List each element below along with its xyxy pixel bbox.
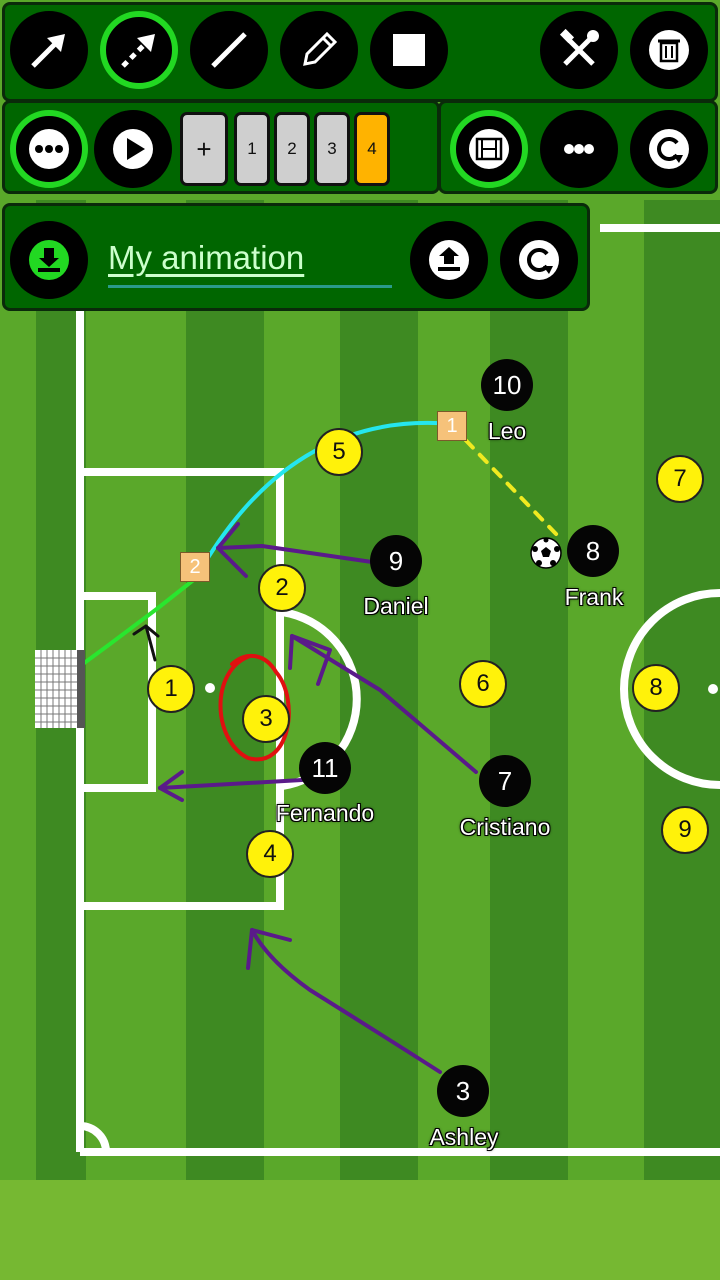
soccer-ball[interactable] [530, 537, 562, 569]
frame-button-3[interactable]: 3 [314, 112, 350, 186]
square-tool-button[interactable] [370, 11, 448, 89]
frame-button-1[interactable]: 1 [234, 112, 270, 186]
line-tool-button[interactable] [190, 11, 268, 89]
refresh-icon [519, 240, 559, 280]
yellow-player-8[interactable]: 8 [632, 664, 680, 712]
film-icon [469, 129, 509, 169]
yellow-player-5[interactable]: 5 [315, 428, 363, 476]
black-player-7[interactable]: 7 [479, 755, 531, 807]
dashed-arrow-tool-icon [121, 34, 155, 68]
yellow-player-4[interactable]: 4 [246, 830, 294, 878]
upload-button[interactable] [410, 221, 488, 299]
black-player-9[interactable]: 9 [370, 535, 422, 587]
black-player-10[interactable]: 10 [481, 359, 533, 411]
yellow-player-9[interactable]: 9 [661, 806, 709, 854]
more-button[interactable] [540, 110, 618, 188]
download-icon [29, 240, 69, 280]
yellow-player-7[interactable]: 7 [656, 455, 704, 503]
square-tool-icon [393, 34, 425, 66]
film-button[interactable] [450, 110, 528, 188]
frame-button-4[interactable]: 4 [354, 112, 390, 186]
add-frame-button[interactable]: + [180, 112, 228, 186]
player-name-frank: Frank [564, 584, 624, 610]
reset-animation-button[interactable] [500, 221, 578, 299]
black-player-3[interactable]: 3 [437, 1065, 489, 1117]
arrow-tool-button[interactable] [10, 11, 88, 89]
player-name-fernando: Fernando [275, 800, 375, 826]
yellow-player-1[interactable]: 1 [147, 665, 195, 713]
animation-title-input[interactable]: My animation [108, 232, 392, 288]
line-tool-icon [211, 32, 247, 68]
more-icon [29, 129, 69, 169]
yellow-player-3[interactable]: 3 [242, 695, 290, 743]
tools-button[interactable] [540, 11, 618, 89]
upload-icon [429, 240, 469, 280]
player-name-ashley: Ashley [429, 1124, 499, 1150]
play-button[interactable] [94, 110, 172, 188]
black-player-11[interactable]: 11 [299, 742, 351, 794]
goal-net [35, 650, 85, 728]
dashed-arrow-tool-button[interactable] [100, 11, 178, 89]
black-player-8[interactable]: 8 [567, 525, 619, 577]
delete-button[interactable] [630, 11, 708, 89]
hammer-wrench-icon [559, 28, 599, 66]
yellow-player-2[interactable]: 2 [258, 564, 306, 612]
pencil-tool-icon [303, 31, 338, 66]
path-marker-2[interactable]: 2 [180, 552, 210, 582]
refresh-icon [649, 129, 689, 169]
frame-button-2[interactable]: 2 [274, 112, 310, 186]
more-options-button[interactable] [10, 110, 88, 188]
refresh-button[interactable] [630, 110, 708, 188]
play-icon [113, 129, 153, 169]
player-name-leo: Leo [487, 418, 527, 444]
save-button[interactable] [10, 221, 88, 299]
arrow-tool-icon [31, 34, 65, 68]
trash-icon [649, 30, 689, 70]
more-icon [564, 144, 594, 154]
pencil-tool-button[interactable] [280, 11, 358, 89]
player-name-daniel: Daniel [363, 593, 429, 619]
yellow-player-6[interactable]: 6 [459, 660, 507, 708]
player-name-cristiano: Cristiano [459, 814, 551, 840]
